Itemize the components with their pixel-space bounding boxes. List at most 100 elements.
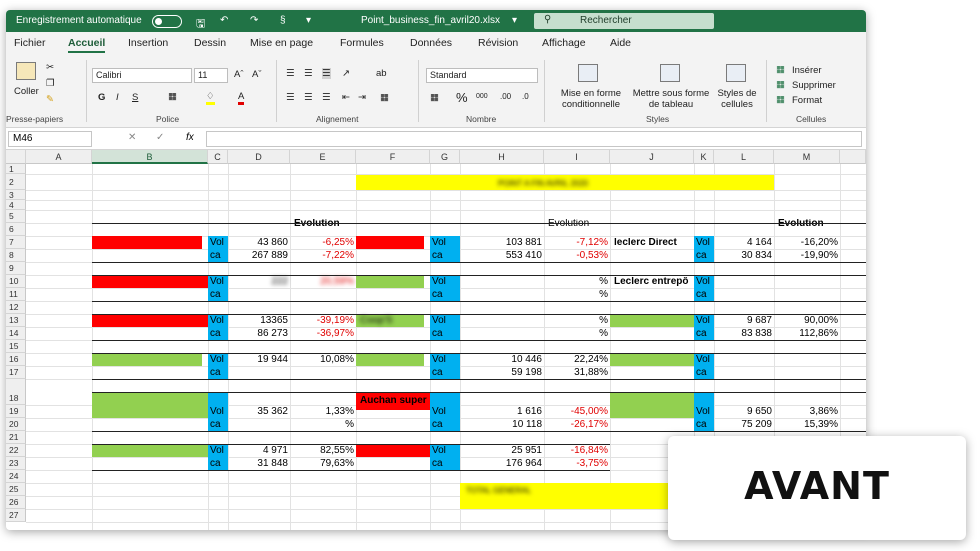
tab-insertion[interactable]: Insertion	[128, 37, 168, 49]
align-center-icon[interactable]: ☰	[304, 92, 313, 103]
evolution-cell[interactable]: 22,24%	[544, 355, 610, 365]
col-header-m[interactable]: M	[774, 150, 840, 164]
format-as-table-button[interactable]: Mettre sous forme	[630, 88, 712, 99]
evolution-cell[interactable]: -7,22%	[290, 251, 356, 261]
value-cell[interactable]: 4 971	[228, 446, 290, 456]
value-cell[interactable]: 10 446	[460, 355, 544, 365]
format-painter-icon[interactable]: ✎	[46, 94, 54, 105]
col-header-g[interactable]: G	[430, 150, 460, 164]
evolution-cell[interactable]: %	[544, 277, 610, 287]
grow-font-icon[interactable]: Aˆ	[234, 69, 244, 80]
cut-icon[interactable]: ✂	[46, 62, 54, 73]
decrease-decimal-icon[interactable]: .0	[522, 92, 529, 101]
format-as-table-button-line2[interactable]: de tableau	[630, 99, 712, 110]
tab-revision[interactable]: Révision	[478, 37, 518, 49]
col-header-c[interactable]: C	[208, 150, 228, 164]
cancel-icon[interactable]: ✕	[128, 132, 136, 143]
tab-donnees[interactable]: Données	[410, 37, 452, 49]
value-cell[interactable]: 9 687	[714, 316, 774, 326]
evolution-cell[interactable]: 90,00%	[774, 316, 840, 326]
evolution-cell[interactable]: %	[544, 316, 610, 326]
row-header[interactable]: 21	[6, 431, 26, 444]
conditional-format-button[interactable]: Mise en forme	[556, 88, 626, 99]
evolution-cell[interactable]: -16,20%	[774, 238, 840, 248]
format-as-table-icon[interactable]	[660, 64, 680, 82]
merge-icon[interactable]: ▦	[380, 92, 389, 103]
number-format-select[interactable]: Standard	[426, 68, 538, 83]
row-header[interactable]: 26	[6, 496, 26, 509]
evolution-cell[interactable]: 82,55%	[290, 446, 356, 456]
align-middle-icon[interactable]: ☰	[304, 68, 313, 79]
row-header[interactable]: 24	[6, 470, 26, 483]
font-color-icon[interactable]: A	[238, 91, 244, 105]
format-icon[interactable]: ▦	[776, 94, 785, 105]
search-box[interactable]: ⚲ Rechercher	[534, 13, 714, 29]
col-header-k[interactable]: K	[694, 150, 714, 164]
col-header-d[interactable]: D	[228, 150, 290, 164]
borders-icon[interactable]: ▦	[168, 91, 177, 102]
tab-fichier[interactable]: Fichier	[14, 37, 46, 49]
value-cell[interactable]: 19 944	[228, 355, 290, 365]
evolution-cell[interactable]: -3,75%	[544, 459, 610, 469]
col-header-b[interactable]: B	[92, 150, 208, 164]
evolution-cell[interactable]: 10,08%	[290, 355, 356, 365]
paste-button[interactable]: Coller	[14, 86, 39, 97]
col-header-j[interactable]: J	[610, 150, 694, 164]
fill-color-icon[interactable]: ♢	[206, 91, 215, 105]
evolution-cell[interactable]: -16,84%	[544, 446, 610, 456]
evolution-cell[interactable]: 79,63%	[290, 459, 356, 469]
value-cell[interactable]: 30 834	[714, 251, 774, 261]
col-header-i[interactable]: I	[544, 150, 610, 164]
value-cell[interactable]: 25 951	[460, 446, 544, 456]
evolution-cell[interactable]: -26,17%	[544, 420, 610, 430]
cell-styles-button-line2[interactable]: cellules	[712, 99, 762, 110]
align-bottom-icon[interactable]: ☰	[322, 68, 331, 79]
tab-affichage[interactable]: Affichage	[542, 37, 586, 49]
increase-decimal-icon[interactable]: .00	[500, 92, 511, 101]
value-cell[interactable]: 4 164	[714, 238, 774, 248]
col-header-f[interactable]: F	[356, 150, 430, 164]
formula-input[interactable]	[206, 131, 862, 147]
value-cell[interactable]: 35 362	[228, 407, 290, 417]
font-size-select[interactable]: 11	[194, 68, 228, 83]
value-cell[interactable]: 75 209	[714, 420, 774, 430]
value-cell[interactable]: 267 889	[228, 251, 290, 261]
select-all[interactable]	[6, 150, 26, 164]
row-header[interactable]: 2	[6, 174, 26, 190]
row-header[interactable]: 25	[6, 483, 26, 496]
file-name[interactable]: Point_business_fin_avril20.xlsx	[361, 15, 500, 26]
insert-button[interactable]: Insérer	[792, 65, 822, 76]
row-header[interactable]: 12	[6, 301, 26, 314]
increase-indent-icon[interactable]: ⇥	[358, 92, 366, 103]
quick-access-icon[interactable]: §	[280, 15, 286, 26]
align-right-icon[interactable]: ☰	[322, 92, 331, 103]
row-header[interactable]: 9	[6, 262, 26, 275]
row-header[interactable]: 18	[6, 379, 26, 405]
evolution-cell[interactable]: 112,86%	[774, 329, 840, 339]
value-cell[interactable]: 1 616	[460, 407, 544, 417]
evolution-cell[interactable]: 1,33%	[290, 407, 356, 417]
value-cell[interactable]: 83 838	[714, 329, 774, 339]
tab-accueil[interactable]: Accueil	[68, 37, 105, 53]
conditional-format-button-line2[interactable]: conditionnelle	[556, 99, 626, 110]
bold-icon[interactable]: G	[98, 92, 105, 103]
redo-icon[interactable]: ↷	[250, 15, 258, 26]
col-header-h[interactable]: H	[460, 150, 544, 164]
value-cell[interactable]: 222	[228, 277, 290, 287]
row-header[interactable]: 14	[6, 327, 26, 340]
row-header[interactable]: 22	[6, 444, 26, 457]
col-header-a[interactable]: A	[26, 150, 92, 164]
evolution-cell[interactable]: %	[290, 420, 356, 430]
filename-chevron-icon[interactable]: ▾	[512, 15, 517, 26]
row-header[interactable]: 16	[6, 353, 26, 366]
italic-icon[interactable]: I	[116, 92, 119, 103]
row-header[interactable]: 7	[6, 236, 26, 249]
cell-styles-icon[interactable]	[726, 64, 746, 82]
row-header[interactable]: 3	[6, 190, 26, 200]
orientation-icon[interactable]: ↗	[342, 68, 350, 79]
row-header[interactable]: 4	[6, 200, 26, 210]
customize-icon[interactable]: ▾	[306, 15, 311, 26]
row-header[interactable]: 1	[6, 164, 26, 174]
value-cell[interactable]: 103 881	[460, 238, 544, 248]
row-header[interactable]: 10	[6, 275, 26, 288]
